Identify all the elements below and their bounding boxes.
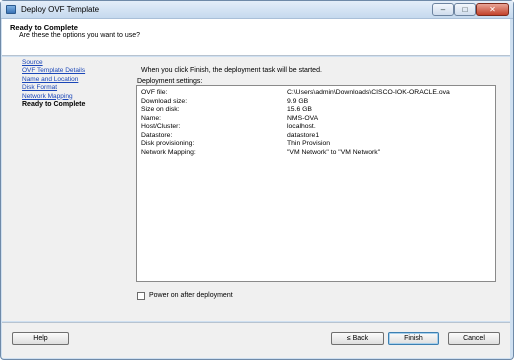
setting-key: Host/Cluster: bbox=[141, 123, 181, 130]
settings-row-network-mapping: Network Mapping: "VM Network" to "VM Net… bbox=[141, 149, 491, 157]
minimize-button[interactable]: – bbox=[432, 3, 454, 16]
setting-value: C:\Users\admin\Downloads\CISCO-IOK-ORACL… bbox=[287, 89, 450, 96]
setting-value: 9.9 GB bbox=[287, 97, 309, 105]
settings-row-size-on-disk: Size on disk: 15.6 GB bbox=[141, 106, 491, 114]
setting-key: Download size: bbox=[141, 97, 188, 105]
settings-row-name: Name: NMS-OVA bbox=[141, 115, 491, 123]
setting-key: OVF file: bbox=[141, 89, 168, 96]
step-network-mapping[interactable]: Network Mapping bbox=[22, 93, 132, 101]
setting-value: datastore1 bbox=[287, 131, 320, 139]
help-button[interactable]: Help bbox=[12, 332, 69, 345]
settings-label: Deployment settings: bbox=[137, 78, 203, 85]
setting-key: Network Mapping: bbox=[141, 148, 196, 156]
deployment-settings-list: OVF file: C:\Users\admin\Downloads\CISCO… bbox=[136, 85, 496, 282]
wizard-steps: Source OVF Template Details Name and Loc… bbox=[22, 59, 132, 109]
setting-value: localhost. bbox=[287, 123, 316, 130]
intro-text: When you click Finish, the deployment ta… bbox=[141, 67, 322, 74]
wizard-header: Ready to Complete Are these the options … bbox=[2, 19, 510, 56]
setting-value: 15.6 GB bbox=[287, 106, 312, 113]
window-title: Deploy OVF Template bbox=[21, 5, 100, 14]
app-icon bbox=[6, 5, 16, 14]
back-button[interactable]: ≤ Back bbox=[331, 332, 384, 345]
page-subtitle: Are these the options you want to use? bbox=[19, 32, 141, 39]
setting-value: "VM Network" to "VM Network" bbox=[287, 148, 381, 156]
step-ready-to-complete: Ready to Complete bbox=[22, 100, 86, 108]
step-ovf-template-details[interactable]: OVF Template Details bbox=[22, 67, 132, 75]
settings-row-datastore: Datastore: datastore1 bbox=[141, 132, 491, 140]
settings-row-ovf-file: OVF file: C:\Users\admin\Downloads\CISCO… bbox=[141, 89, 491, 97]
setting-key: Disk provisioning: bbox=[141, 140, 195, 147]
setting-key: Name: bbox=[141, 114, 162, 122]
step-disk-format[interactable]: Disk Format bbox=[22, 84, 132, 92]
step-source[interactable]: Source bbox=[22, 59, 132, 67]
settings-row-disk-provisioning: Disk provisioning: Thin Provision bbox=[141, 140, 491, 148]
setting-key: Size on disk: bbox=[141, 106, 180, 113]
page-title: Ready to Complete bbox=[10, 23, 78, 32]
setting-value: Thin Provision bbox=[287, 140, 331, 147]
setting-value: NMS-OVA bbox=[287, 114, 319, 122]
power-on-label[interactable]: Power on after deployment bbox=[149, 292, 233, 299]
settings-row-download-size: Download size: 9.9 GB bbox=[141, 98, 491, 106]
setting-key: Datastore: bbox=[141, 131, 173, 139]
close-button[interactable]: ✕ bbox=[476, 3, 509, 16]
settings-row-host-cluster: Host/Cluster: localhost. bbox=[141, 123, 491, 131]
step-name-and-location[interactable]: Name and Location bbox=[22, 76, 132, 84]
maximize-button[interactable]: □ bbox=[454, 3, 476, 16]
power-on-checkbox[interactable] bbox=[137, 292, 145, 300]
cancel-button[interactable]: Cancel bbox=[448, 332, 500, 345]
finish-button[interactable]: Finish bbox=[388, 332, 439, 345]
title-bar[interactable]: Deploy OVF Template – □ ✕ bbox=[1, 1, 513, 19]
